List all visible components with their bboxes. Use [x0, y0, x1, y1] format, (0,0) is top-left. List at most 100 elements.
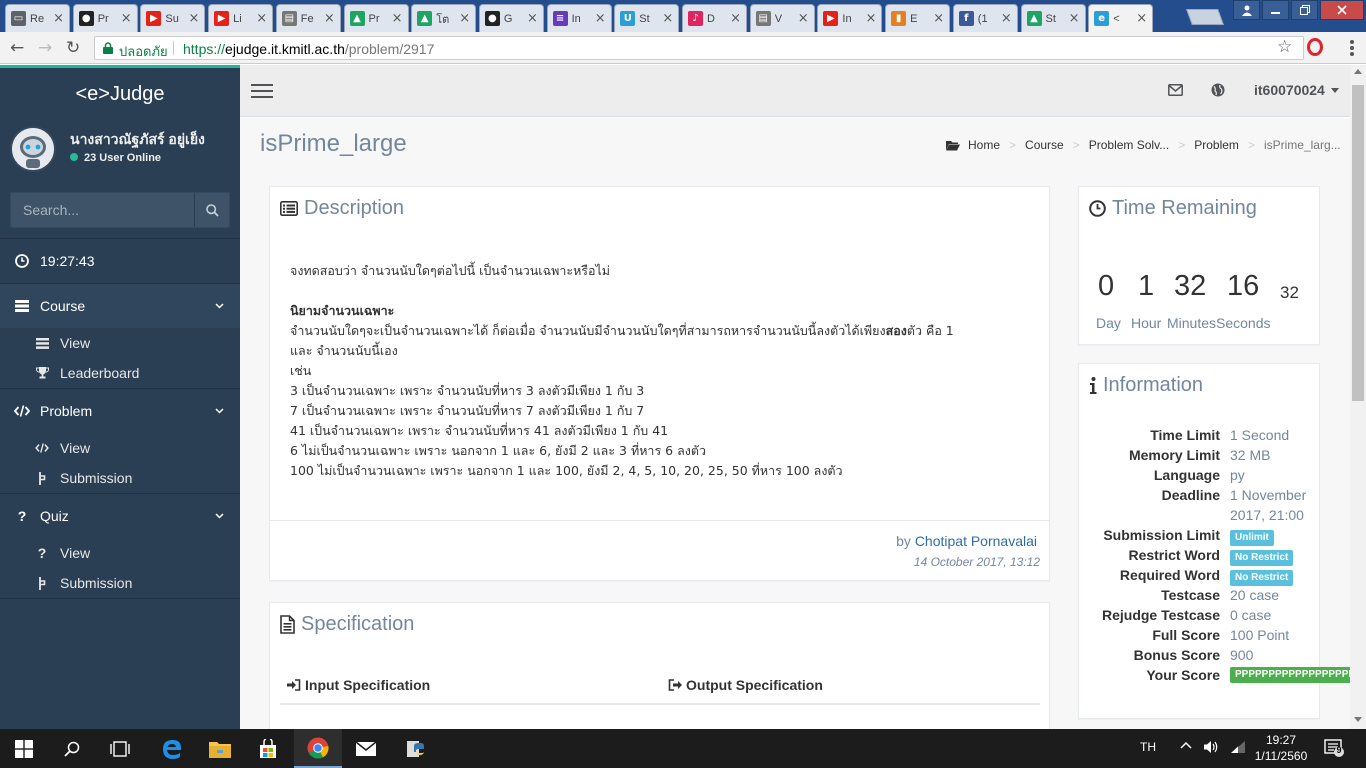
time-remaining-title-text: Time Remaining	[1112, 197, 1257, 219]
user-dropdown[interactable]: it60070024	[1254, 82, 1339, 98]
tray-clock[interactable]: 19:27 1/11/2560	[1254, 732, 1308, 764]
taskbar-mail[interactable]	[342, 729, 390, 768]
new-tab-button[interactable]	[1186, 9, 1224, 25]
sidebar-subitem-course-view[interactable]: View	[0, 328, 240, 358]
menu-toggle-icon[interactable]	[251, 84, 273, 98]
close-tab-icon[interactable]: ×	[459, 11, 470, 26]
close-tab-icon[interactable]: ×	[121, 11, 132, 26]
taskbar-chrome[interactable]	[294, 729, 342, 768]
browser-tab[interactable]: ▲ St ×	[1020, 4, 1086, 32]
author-link[interactable]: Chotipat Pornavalai	[915, 533, 1037, 549]
info-key: Restrict Word	[1128, 547, 1220, 563]
browser-tab[interactable]: ▲ Pr ×	[343, 4, 409, 32]
forward-button[interactable]: →	[38, 38, 52, 58]
info-value: 100 Point	[1230, 627, 1290, 643]
wifi-icon[interactable]	[1230, 740, 1246, 754]
browser-tab[interactable]: ▭ Re ×	[5, 4, 70, 32]
taskbar-store[interactable]	[244, 729, 292, 768]
close-tab-icon[interactable]: ×	[595, 11, 606, 26]
close-window-button[interactable]	[1320, 0, 1364, 20]
sidebar-subitem-quiz-view[interactable]: ? View	[0, 538, 240, 568]
close-tab-icon[interactable]: ×	[256, 11, 267, 26]
sidebar-subitem-leaderboard[interactable]: Leaderboard	[0, 358, 240, 388]
notification-center-icon[interactable]: 9	[1324, 739, 1344, 757]
info-icon	[1089, 377, 1097, 394]
browser-tab[interactable]: ♪ D ×	[682, 4, 747, 32]
sidebar-item-course[interactable]: Course	[0, 284, 240, 328]
scroll-up-icon[interactable]	[1354, 69, 1362, 74]
search-input[interactable]	[11, 193, 194, 227]
close-tab-icon[interactable]: ×	[527, 11, 538, 26]
close-tab-icon[interactable]: ×	[188, 11, 199, 26]
browser-tab[interactable]: ▶ Su ×	[140, 4, 206, 32]
taskbar-search-button[interactable]	[48, 729, 96, 768]
close-tab-icon[interactable]: ×	[798, 11, 809, 26]
opera-extension-icon[interactable]	[1307, 38, 1323, 56]
taskbar-edge[interactable]	[148, 729, 196, 768]
envelope-icon[interactable]	[1168, 84, 1183, 96]
browser-tab[interactable]: ▮ E ×	[885, 4, 951, 32]
sidebar-item-problem[interactable]: Problem	[0, 389, 240, 433]
close-tab-icon[interactable]: ×	[865, 11, 876, 26]
brand-logo[interactable]: <e>Judge	[0, 65, 240, 117]
table-icon	[14, 298, 30, 314]
browser-tab[interactable]: ▤ Fe ×	[275, 4, 341, 32]
user-profile-button[interactable]	[1233, 0, 1260, 20]
breadcrumb-problem[interactable]: Problem	[1194, 138, 1239, 152]
folder-icon	[209, 741, 231, 758]
globe-icon[interactable]	[1211, 83, 1225, 97]
info-value: 900	[1230, 647, 1254, 663]
browser-tab[interactable]: ▲ โต ×	[411, 4, 477, 32]
browser-tab[interactable]: e < ×	[1088, 4, 1154, 32]
close-tab-icon[interactable]: ×	[730, 11, 741, 26]
scrollbar-thumb[interactable]	[1352, 85, 1364, 401]
scroll-down-icon[interactable]	[1354, 717, 1362, 722]
input-language[interactable]: TH	[1140, 740, 1156, 754]
close-tab-icon[interactable]: ×	[1069, 11, 1080, 26]
minimize-button[interactable]	[1262, 0, 1289, 20]
browser-tab[interactable]: ▶ In ×	[817, 4, 883, 32]
breadcrumb-home[interactable]: Home	[968, 138, 1000, 152]
page-scrollbar[interactable]	[1350, 65, 1366, 729]
back-button[interactable]: ←	[10, 38, 24, 58]
description-divider	[270, 520, 1049, 521]
countdown-label-seconds: Seconds	[1216, 315, 1271, 331]
browser-menu-icon[interactable]	[1350, 40, 1354, 56]
browser-tab-label: Pr	[368, 12, 380, 25]
task-view-button[interactable]	[96, 729, 144, 768]
sidebar-item-quiz[interactable]: ? Quiz	[0, 494, 240, 538]
close-tab-icon[interactable]: ×	[53, 11, 64, 26]
browser-tab[interactable]: f (1 ×	[952, 4, 1018, 32]
taskbar-file-explorer[interactable]	[196, 729, 244, 768]
search-button[interactable]	[194, 193, 230, 227]
close-tab-icon[interactable]: ×	[1136, 11, 1147, 26]
sidebar-subitem-problem-submission[interactable]: Submission	[0, 463, 240, 493]
volume-icon[interactable]	[1203, 740, 1219, 754]
browser-tab[interactable]: ≡ In ×	[546, 4, 612, 32]
start-button[interactable]	[0, 729, 48, 768]
code-icon	[14, 403, 30, 419]
restore-button[interactable]	[1291, 0, 1318, 20]
taskbar-python[interactable]	[392, 729, 440, 768]
countdown-labels: Day Hour Minutes Seconds	[1079, 315, 1319, 335]
avatar	[10, 126, 56, 172]
close-tab-icon[interactable]: ×	[662, 11, 673, 26]
close-tab-icon[interactable]: ×	[392, 11, 403, 26]
reload-button[interactable]: ↻	[66, 38, 80, 58]
info-row-restrict-word: Restrict Word No Restrict	[1079, 547, 1350, 567]
breadcrumb-problem-solving[interactable]: Problem Solv...	[1089, 138, 1169, 152]
address-bar[interactable]: ปลอดภัย https://ejudge.it.kmitl.ac.th/pr…	[94, 36, 1304, 60]
close-tab-icon[interactable]: ×	[324, 11, 335, 26]
close-tab-icon[interactable]: ×	[933, 11, 944, 26]
browser-tab[interactable]: ● G ×	[478, 4, 544, 32]
sidebar-subitem-problem-view[interactable]: View	[0, 433, 240, 463]
browser-tab[interactable]: ▤ V ×	[749, 4, 815, 32]
browser-tab[interactable]: ● Pr ×	[72, 4, 138, 32]
browser-tab[interactable]: U St ×	[614, 4, 680, 32]
close-tab-icon[interactable]: ×	[1001, 11, 1012, 26]
breadcrumb-course[interactable]: Course	[1025, 138, 1064, 152]
bookmark-star-icon[interactable]: ☆	[1277, 37, 1292, 57]
browser-tab[interactable]: ▶ Li ×	[208, 4, 274, 32]
sidebar-subitem-quiz-submission[interactable]: Submission	[0, 568, 240, 598]
tray-chevron-up-icon[interactable]	[1180, 741, 1192, 749]
